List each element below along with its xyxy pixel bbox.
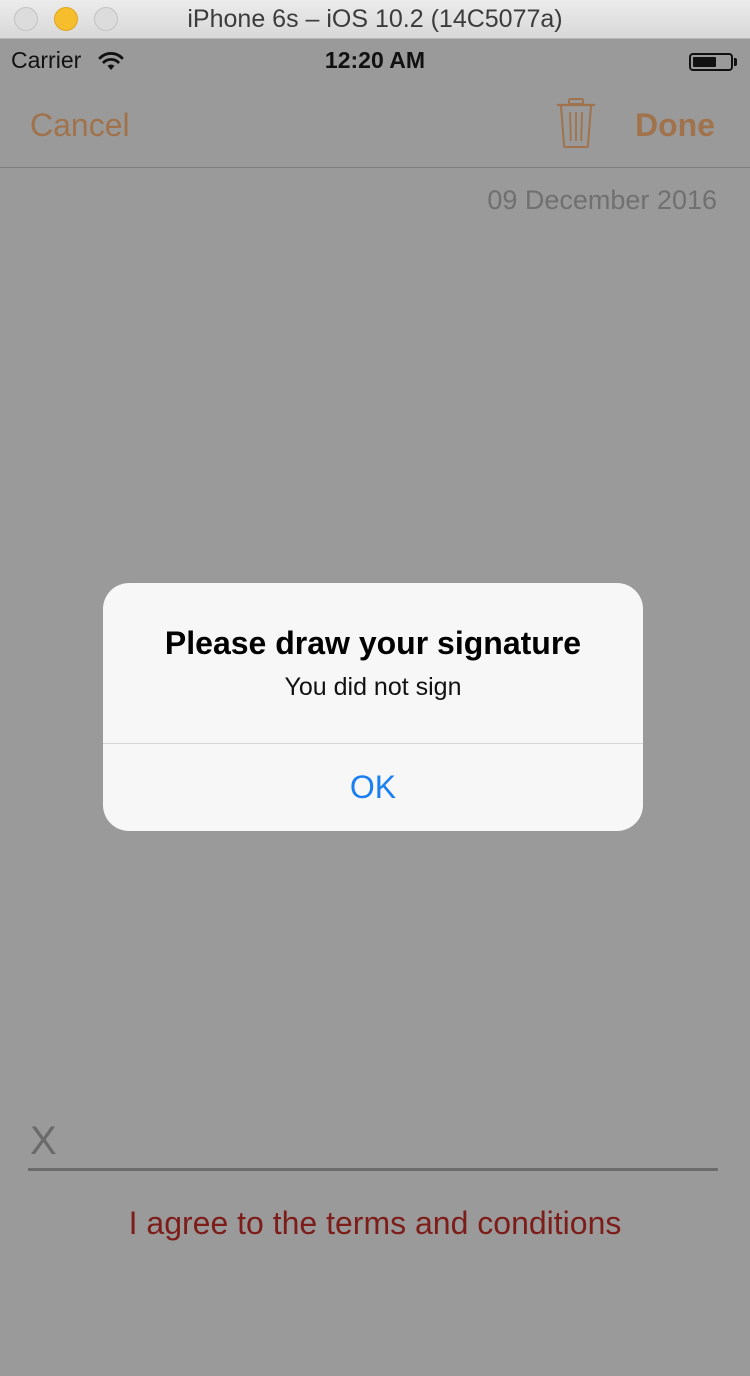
status-time: 12:20 AM: [324, 47, 426, 73]
signature-date: 09 December 2016: [487, 185, 717, 215]
terms-link[interactable]: I agree to the terms and conditions: [0, 1205, 750, 1242]
done-button[interactable]: Done: [635, 107, 715, 144]
signature-line: [28, 1168, 718, 1171]
trash-icon[interactable]: [556, 97, 596, 149]
window-title: iPhone 6s – iOS 10.2 (14C5077a): [187, 5, 563, 33]
battery-icon: [689, 53, 733, 71]
ok-button[interactable]: OK: [103, 744, 643, 831]
navigation-bar: Cancel Done: [0, 81, 750, 168]
battery-tip: [734, 58, 737, 66]
signature-alert: Please draw your signature You did not s…: [103, 583, 643, 831]
cancel-button[interactable]: Cancel: [30, 107, 130, 144]
alert-message: You did not sign: [284, 673, 462, 701]
alert-title: Please draw your signature: [164, 625, 582, 661]
status-bar: Carrier 12:20 AM: [0, 39, 750, 81]
simulator-title-bar: iPhone 6s – iOS 10.2 (14C5077a): [0, 0, 750, 39]
signature-x-marker: X: [30, 1119, 57, 1163]
